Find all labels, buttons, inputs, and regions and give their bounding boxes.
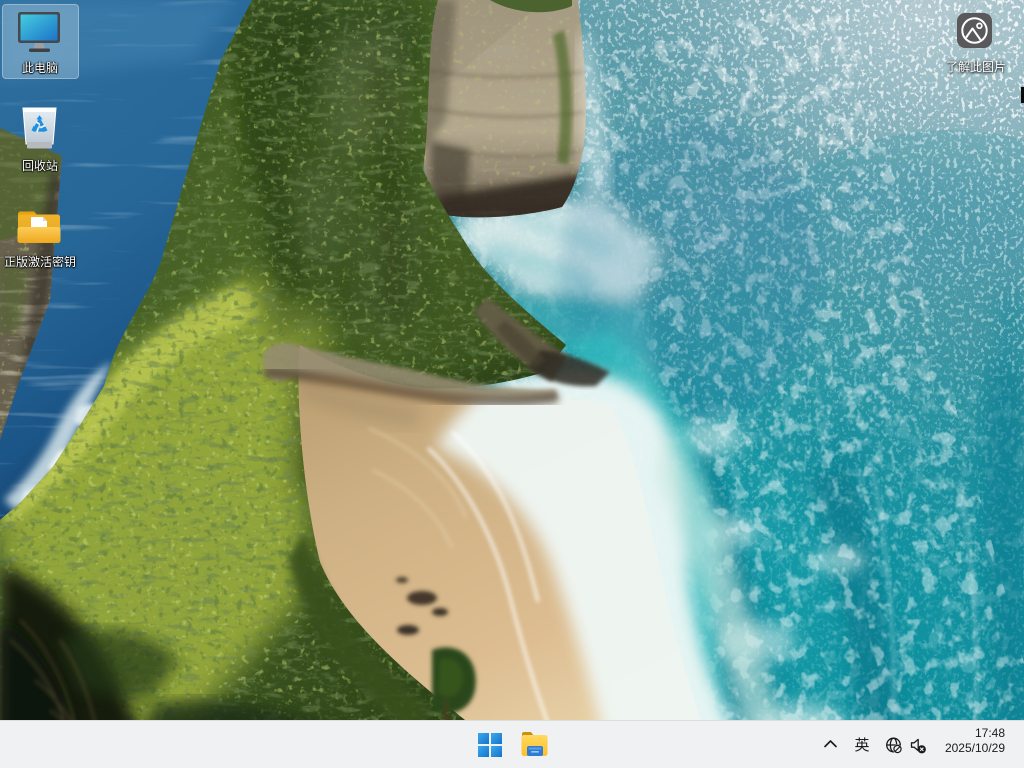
svg-text:英: 英 bbox=[854, 736, 869, 754]
